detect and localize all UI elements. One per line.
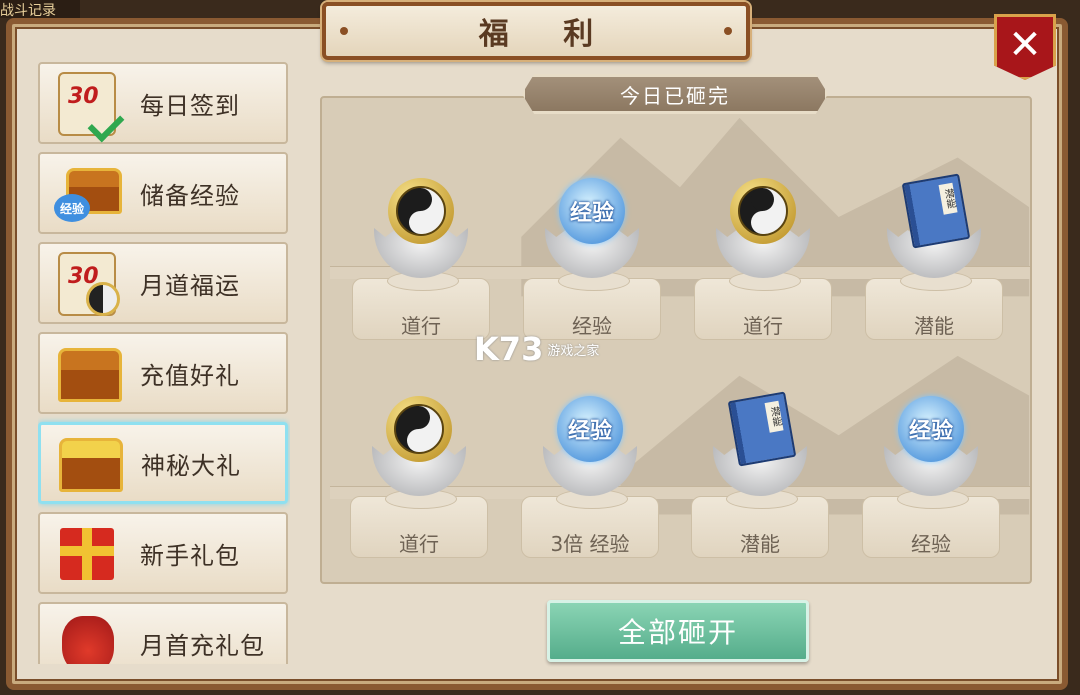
reward-slot[interactable]: 潜能 潜能 [689,378,831,568]
sidebar-item-mystery-gift[interactable]: 神秘大礼 [38,422,288,504]
sidebar: 30 每日签到 经验 储备经验 30 月道福运 充值好礼 神秘大礼 新手礼包 月… [38,62,290,664]
potential-book-icon: 潜能 [727,391,797,467]
taiji-orb-icon [388,178,454,244]
taiji-orb-icon [730,178,796,244]
site-watermark: K73 游戏之家 [474,330,600,368]
calendar-taiji-icon: 30 [52,248,122,318]
sidebar-item-label: 神秘大礼 [141,451,241,480]
sidebar-item-label: 每日签到 [140,91,240,120]
reward-slot[interactable]: 潜能 潜能 [863,160,1005,350]
calendar-check-icon: 30 [52,68,125,143]
title-plate: 福 利 [322,2,750,60]
exp-orb-icon: 经验 [557,396,623,462]
sidebar-item-monthly-fortune[interactable]: 30 月道福运 [38,242,288,324]
sidebar-item-first-recharge-pack[interactable]: 月首充礼包 [38,602,288,664]
reward-slot[interactable]: 经验 经验 [860,378,1002,568]
mystery-chest-icon [53,428,123,498]
exp-orb-icon: 经验 [559,178,625,244]
reward-slot[interactable]: 道行 [692,160,834,350]
sidebar-item-reserve-exp[interactable]: 经验 储备经验 [38,152,288,234]
close-icon: ✕ [1008,22,1042,68]
title-rivet-right [724,27,732,35]
open-all-button[interactable]: 全部砸开 [547,600,809,662]
potential-book-icon: 潜能 [901,173,971,249]
sidebar-item-label: 月首充礼包 [140,631,265,660]
taiji-orb-icon [386,396,452,462]
reward-name: 3倍 经验 [550,532,630,556]
reward-name: 道行 [399,532,439,556]
reward-name: 潜能 [914,314,954,338]
corner-tag: 战斗记录 [0,0,80,18]
sidebar-item-label: 储备经验 [140,181,240,210]
exp-orb-icon: 经验 [898,396,964,462]
sidebar-item-newbie-pack[interactable]: 新手礼包 [38,512,288,594]
reward-name: 潜能 [740,532,780,556]
sidebar-item-label: 新手礼包 [140,541,240,570]
reward-name: 道行 [401,314,441,338]
treasure-chest-icon [52,338,122,408]
reward-slot[interactable]: 道行 [348,378,490,568]
sidebar-item-label: 月道福运 [140,271,240,300]
open-all-label: 全部砸开 [617,616,738,649]
reward-name: 经验 [911,532,951,556]
gift-box-icon [52,518,122,588]
sidebar-item-recharge-gift[interactable]: 充值好礼 [38,332,288,414]
reward-slot[interactable]: 经验 3倍 经验 [519,378,661,568]
status-text: 今日已砸完 [620,83,730,108]
sidebar-item-daily-signin[interactable]: 30 每日签到 [38,62,288,144]
title-rivet-left [340,27,348,35]
red-bag-icon [52,608,122,664]
status-banner: 今日已砸完 [522,74,828,114]
page-title: 福 利 [478,17,616,52]
exp-chest-icon: 经验 [52,158,122,228]
reward-slot[interactable]: 经验 经验 [521,160,663,350]
reward-slot[interactable]: 道行 [350,160,492,350]
reward-name: 道行 [743,314,783,338]
sidebar-item-label: 充值好礼 [140,361,240,390]
